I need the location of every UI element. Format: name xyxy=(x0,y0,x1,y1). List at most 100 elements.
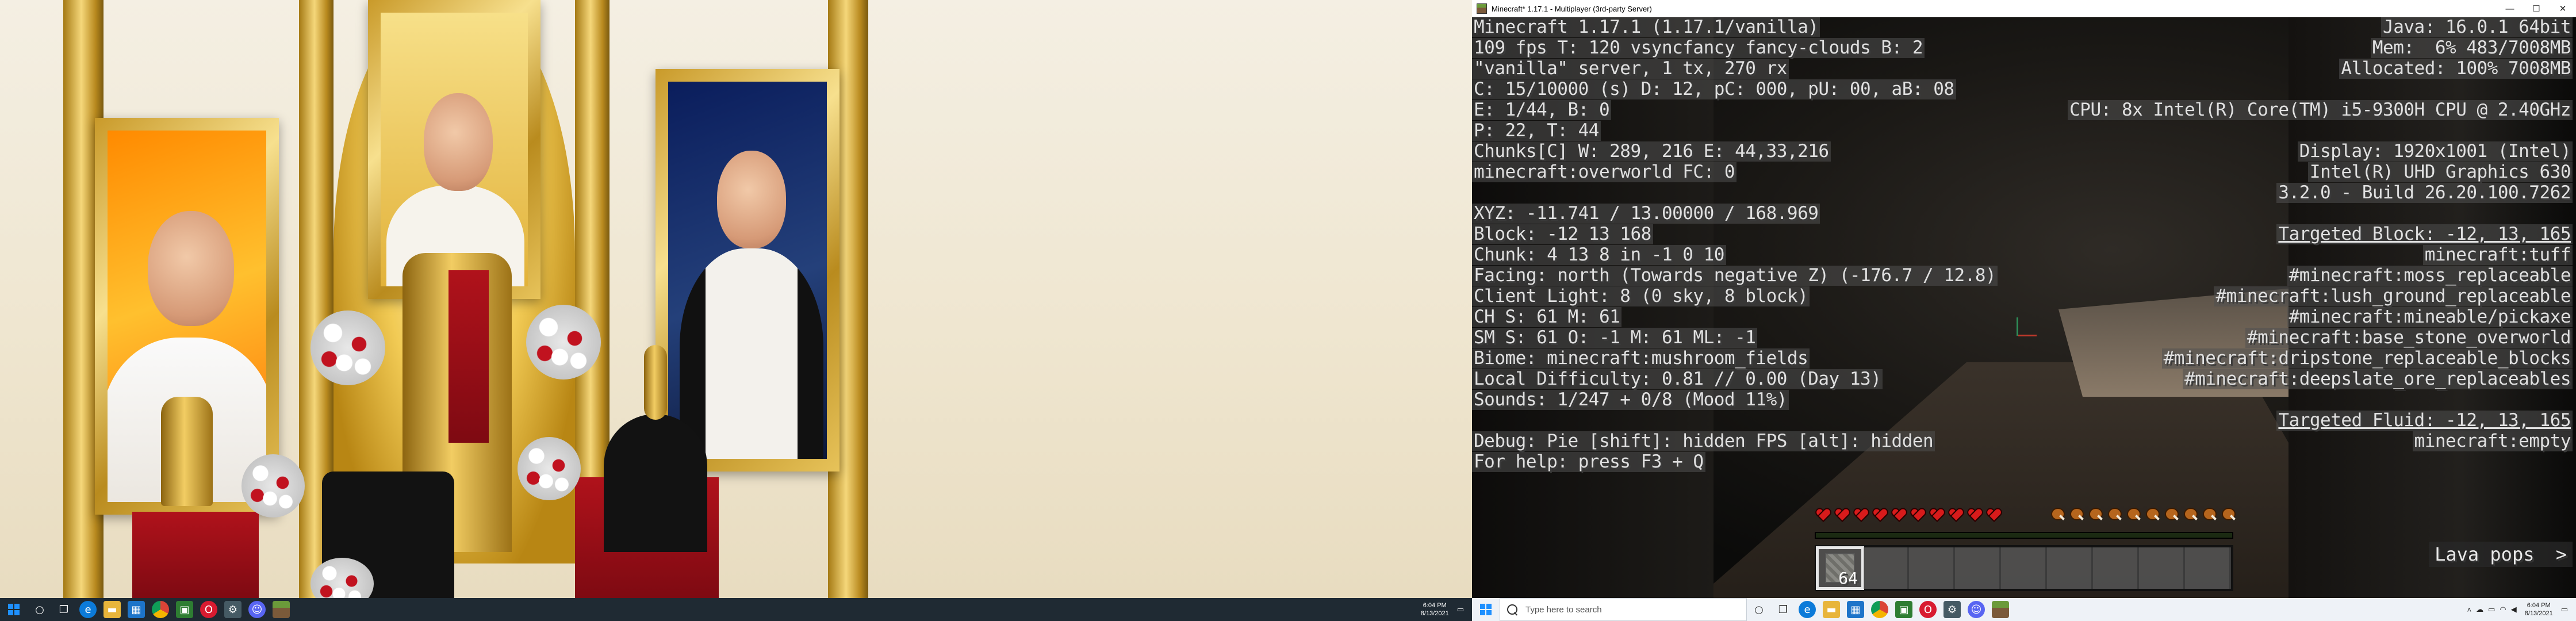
heart-icon xyxy=(1815,506,1832,523)
notification-icon[interactable]: ▭ xyxy=(2561,605,2568,614)
edge-icon[interactable]: e xyxy=(1799,601,1816,618)
heart-icon xyxy=(1834,506,1851,523)
left-clock[interactable]: 6:04 PM 8/13/2021 xyxy=(1421,601,1449,618)
wallpaper-flowers xyxy=(310,310,385,385)
discord-icon[interactable]: ☺ xyxy=(248,601,266,618)
hotbar-slot[interactable]: 64 xyxy=(1816,546,1864,590)
windows-icon xyxy=(1480,604,1492,615)
debug-left-line: Client Light: 8 (0 sky, 8 block) xyxy=(1472,286,1810,306)
wifi-icon[interactable]: ◠ xyxy=(2500,605,2506,614)
opera-icon[interactable]: O xyxy=(1919,601,1937,618)
hotbar-slot[interactable] xyxy=(1863,547,1909,589)
debug-left-line: "vanilla" server, 1 tx, 270 rx xyxy=(1472,59,1789,79)
heart-icon xyxy=(1985,506,2003,523)
hotbar-slot[interactable] xyxy=(1909,547,1955,589)
debug-right-line: Mem: 6% 483/7008MB xyxy=(2370,38,2573,58)
discord-icon[interactable]: ☺ xyxy=(1968,601,1985,618)
minecraft-app-icon xyxy=(1477,3,1487,14)
settings-icon[interactable]: ⚙ xyxy=(224,601,241,618)
left-taskbar: ○ ❐ e ▬ ▦ ▣ O ⚙ ☺ 6:04 PM 8/13/2021 ▭ xyxy=(0,598,1472,621)
onedrive-icon[interactable]: ☁ xyxy=(2476,605,2483,614)
food-icon xyxy=(2220,506,2237,523)
wallpaper-flowers xyxy=(526,305,601,379)
window-controls: — ☐ ✕ xyxy=(2497,0,2576,17)
battery-icon[interactable]: ▭ xyxy=(2488,605,2495,614)
right-clock-time: 6:04 PM xyxy=(2527,602,2551,609)
close-button[interactable]: ✕ xyxy=(2550,0,2576,17)
settings-icon[interactable]: ⚙ xyxy=(1943,601,1961,618)
debug-right-line: Display: 1920x1001 (Intel) xyxy=(2297,141,2573,162)
volume-icon[interactable]: ◀ xyxy=(2511,605,2517,614)
minecraft-icon[interactable] xyxy=(1992,601,2009,618)
minecraft-icon[interactable] xyxy=(273,601,290,618)
wallpaper-idol-head xyxy=(644,345,667,420)
hotbar-slot[interactable] xyxy=(2139,547,2185,589)
wallpaper-red-table xyxy=(132,512,259,598)
right-clock[interactable]: 6:04 PM 8/13/2021 xyxy=(2525,601,2553,618)
maximize-button[interactable]: ☐ xyxy=(2523,0,2550,17)
food-icon xyxy=(2201,506,2218,523)
minecraft-titlebar[interactable]: Minecraft* 1.17.1 - Multiplayer (3rd-par… xyxy=(1472,0,2576,17)
debug-left-line: C: 15/10000 (s) D: 12, pC: 000, pU: 00, … xyxy=(1472,79,1956,99)
app-icon[interactable]: ▣ xyxy=(1895,601,1912,618)
debug-left-line: minecraft:overworld FC: 0 xyxy=(1472,162,1737,182)
health-bar xyxy=(1815,506,2004,523)
debug-right-line: CPU: 8x Intel(R) Core(TM) i5-9300H CPU @… xyxy=(2068,100,2573,120)
notification-icon[interactable]: ▭ xyxy=(1457,605,1464,614)
debug-right-line: #minecraft:mineable/pickaxe xyxy=(2287,307,2573,327)
heart-icon xyxy=(1853,506,1870,523)
wallpaper-idol xyxy=(604,414,707,552)
task-view-icon[interactable]: ○ xyxy=(1750,601,1768,618)
crosshair-y-axis xyxy=(2017,317,2018,336)
heart-icon xyxy=(1948,506,1965,523)
food-icon xyxy=(2144,506,2161,523)
file-explorer-icon[interactable]: ▬ xyxy=(103,601,121,618)
debug-right-line: Intel(R) UHD Graphics 630 xyxy=(2307,162,2573,182)
heart-icon xyxy=(1872,506,1889,523)
widgets-icon[interactable]: ❐ xyxy=(1774,601,1792,618)
debug-right-line: #minecraft:base_stone_overworld xyxy=(2245,328,2573,348)
store-icon[interactable]: ▦ xyxy=(128,601,145,618)
subtitle-text: Lava pops xyxy=(2435,543,2535,565)
minecraft-game-view[interactable]: Minecraft 1.17.1 (1.17.1/vanilla) 109 fps… xyxy=(1472,17,2576,598)
search-placeholder: Type here to search xyxy=(1525,604,1602,615)
start-button[interactable] xyxy=(0,598,28,621)
taskbar-search[interactable]: Type here to search xyxy=(1500,598,1747,621)
debug-right-line: Targeted Block: -12, 13, 165 xyxy=(2276,224,2573,244)
search-icon[interactable]: ○ xyxy=(31,601,48,618)
hotbar-slot[interactable] xyxy=(2047,547,2093,589)
windows-icon xyxy=(8,604,20,615)
wallpaper-portrait-right xyxy=(656,69,839,471)
chrome-icon[interactable] xyxy=(1871,601,1888,618)
edge-icon[interactable]: e xyxy=(79,601,97,618)
desktop-wallpaper xyxy=(0,0,1472,610)
hotbar-slot[interactable] xyxy=(2001,547,2047,589)
chrome-icon[interactable] xyxy=(152,601,169,618)
debug-left-line: Chunk: 4 13 8 in -1 0 10 xyxy=(1472,245,1726,265)
chevron-up-icon[interactable]: ˄ xyxy=(2467,605,2472,614)
right-system-tray: ˄ ☁ ▭ ◠ ◀ 6:04 PM 8/13/2021 ▭ xyxy=(2465,601,2576,618)
store-icon[interactable]: ▦ xyxy=(1847,601,1864,618)
debug-right-line: #minecraft:moss_replaceable xyxy=(2287,266,2573,286)
debug-left-line: Local Difficulty: 0.81 // 0.00 (Day 13) xyxy=(1472,369,1883,389)
app-icon[interactable]: ▣ xyxy=(176,601,193,618)
debug-left-line: XYZ: -11.741 / 13.00000 / 168.969 xyxy=(1472,204,1820,224)
debug-right-line: #minecraft:lush_ground_replaceable xyxy=(2214,286,2573,306)
hunger-bar xyxy=(2047,506,2237,523)
hotbar-slot[interactable] xyxy=(1955,547,2001,589)
debug-right-line: Java: 16.0.1 64bit xyxy=(2381,17,2573,37)
task-view-icon[interactable]: ❐ xyxy=(55,601,72,618)
minimize-button[interactable]: — xyxy=(2497,0,2523,17)
left-clock-date: 8/13/2021 xyxy=(1420,610,1449,617)
debug-left-line: For help: press F3 + Q xyxy=(1472,452,1705,472)
left-clock-time: 6:04 PM xyxy=(1423,602,1447,609)
start-button[interactable] xyxy=(1472,598,1500,621)
hotbar[interactable]: 64 xyxy=(1815,545,2233,591)
heart-icon xyxy=(1929,506,1946,523)
file-explorer-icon[interactable]: ▬ xyxy=(1823,601,1840,618)
hotbar-slot[interactable] xyxy=(2093,547,2139,589)
hotbar-slot[interactable] xyxy=(2185,547,2231,589)
debug-left-line: Minecraft 1.17.1 (1.17.1/vanilla) xyxy=(1472,17,1820,37)
opera-icon[interactable]: O xyxy=(200,601,217,618)
food-icon xyxy=(2106,506,2123,523)
